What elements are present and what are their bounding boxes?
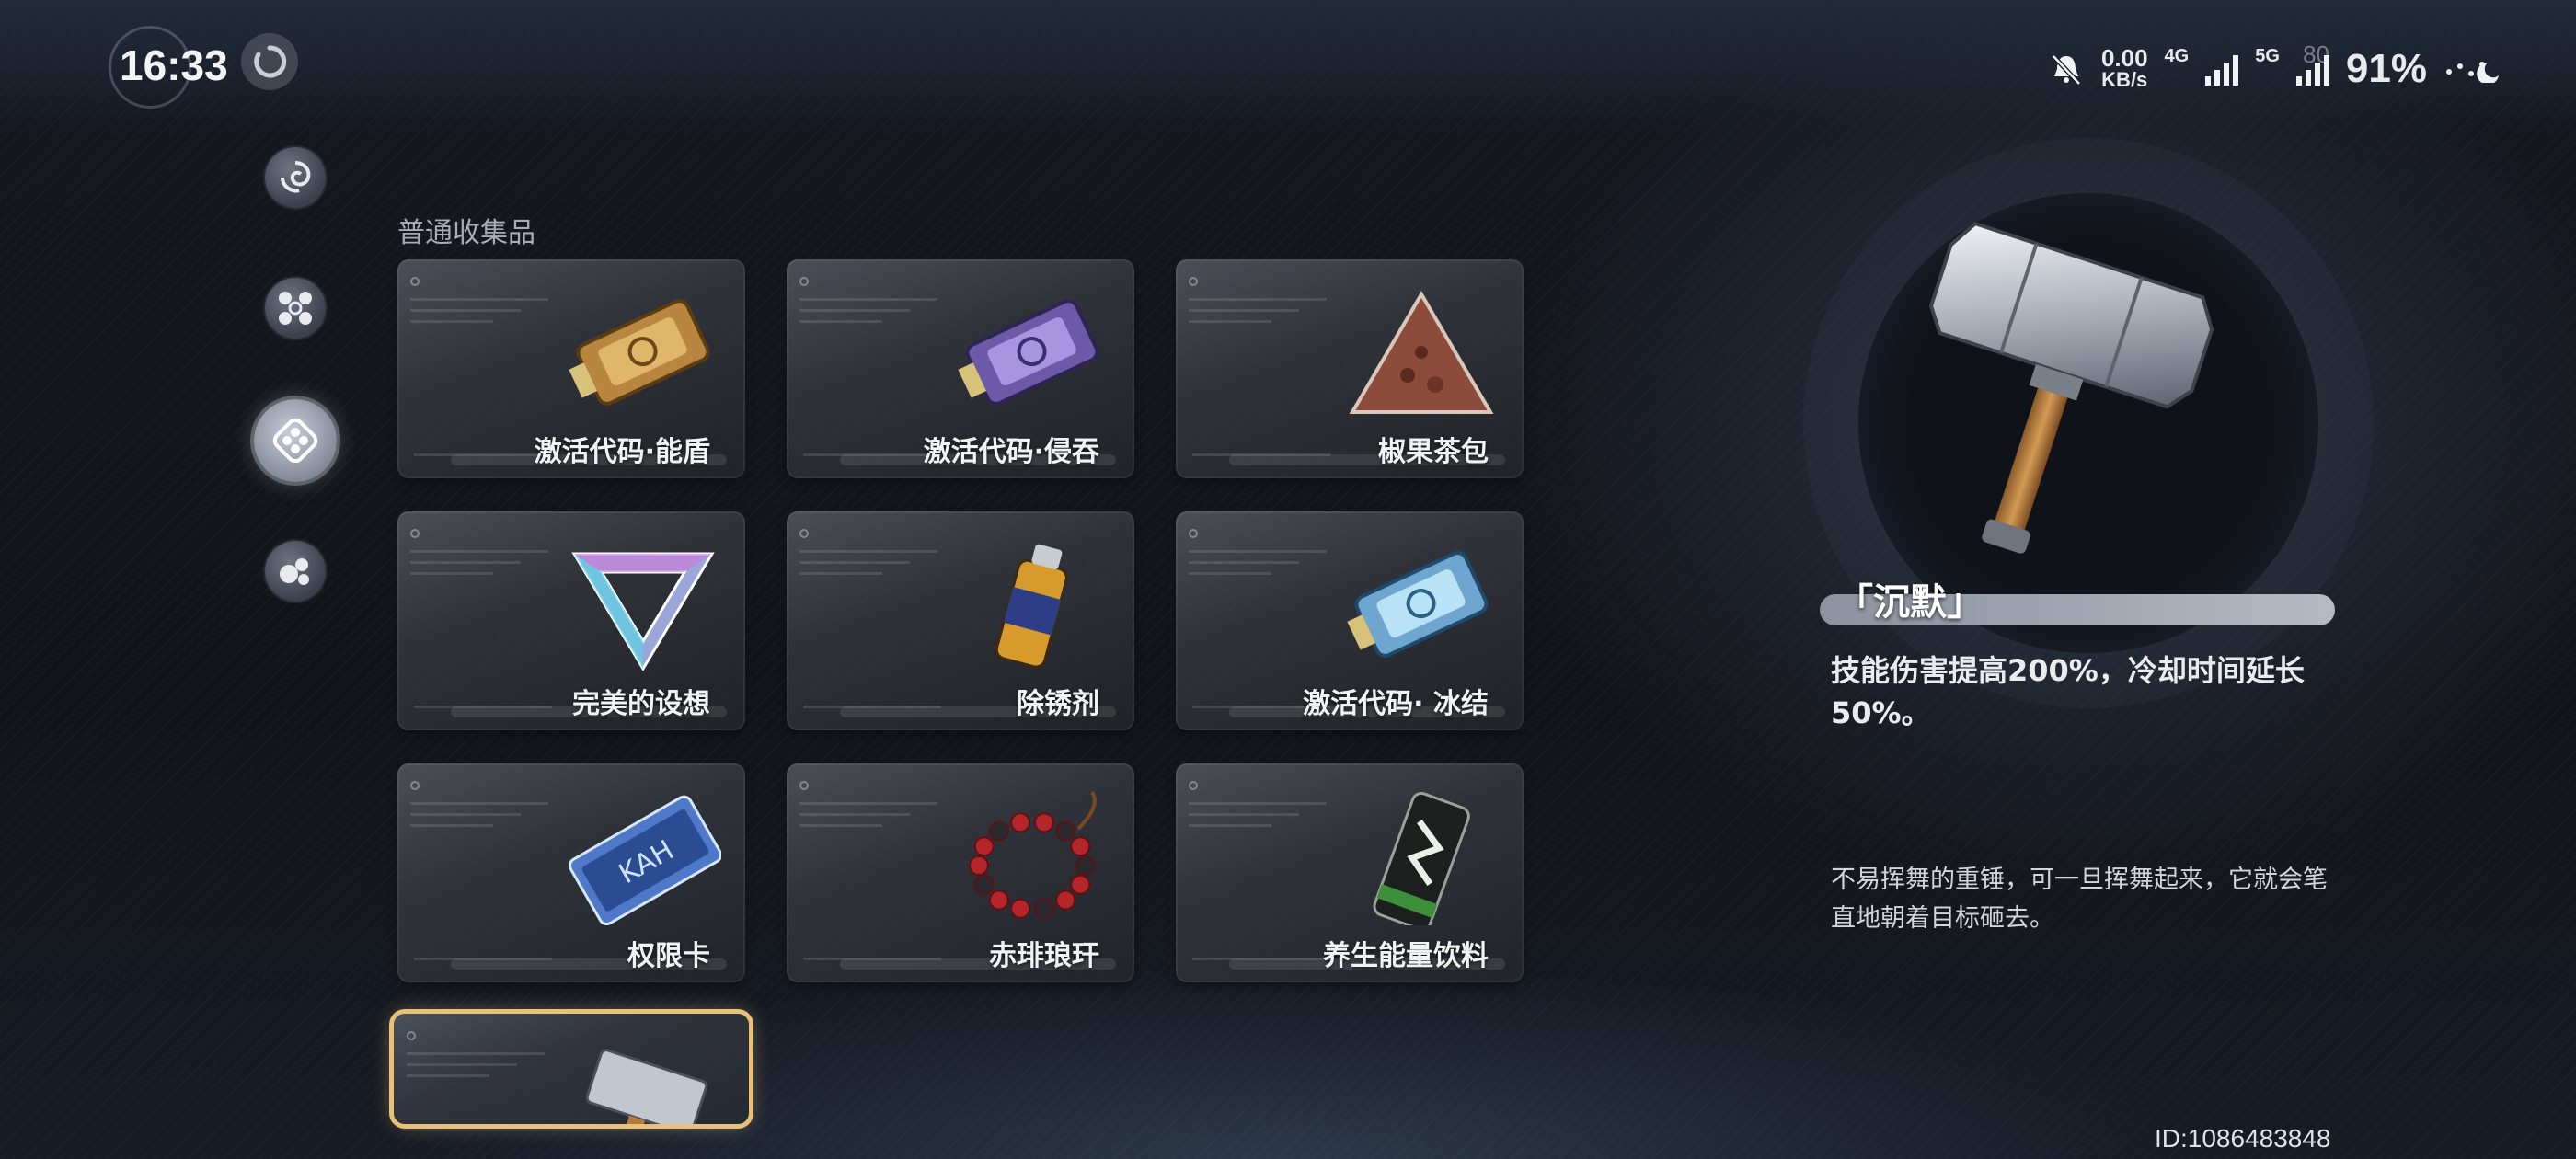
collectible-card[interactable]: 激活代码·侵吞 — [787, 259, 1134, 478]
collectible-card[interactable]: 赤琲琅玕 — [787, 763, 1134, 982]
collectible-card[interactable]: 激活代码·能盾 — [397, 259, 745, 478]
card-decoration — [410, 272, 548, 323]
card-decoration — [1189, 776, 1327, 827]
collection-icon — [272, 418, 318, 464]
card-label: 激活代码·能盾 — [534, 436, 710, 468]
bead-bracelet-icon — [969, 790, 1097, 919]
card-decoration — [799, 272, 937, 323]
nav-swirl-button[interactable] — [265, 147, 326, 208]
card-label: 赤琲琅玕 — [989, 940, 1099, 972]
card-label: 除锈剂 — [1017, 688, 1099, 720]
card-label: 激活代码·侵吞 — [923, 436, 1099, 468]
spray-can-icon — [995, 544, 1068, 669]
collectible-card[interactable]: 完美的设想 — [397, 511, 745, 730]
card-decoration — [799, 776, 937, 827]
network-5g-label: 5G — [2255, 45, 2280, 66]
card-label: 权限卡 — [627, 940, 710, 972]
nav-bubbles-button[interactable] — [265, 541, 326, 602]
card-decoration — [407, 1027, 545, 1077]
nav-nodes-button[interactable] — [265, 278, 326, 339]
purple-activation-chip-icon — [958, 299, 1099, 406]
collectible-card[interactable]: 除锈剂 — [787, 511, 1134, 730]
battery-level: 91% — [2345, 46, 2427, 91]
energy-drink-can-icon — [1373, 791, 1470, 925]
penrose-triangle-icon — [571, 552, 715, 671]
section-title: 普通收集品 — [397, 217, 535, 249]
gold-activation-chip-icon — [569, 299, 710, 406]
dots-icon — [2446, 62, 2499, 83]
collectible-card[interactable]: 激活代码· 冰结 — [1176, 511, 1524, 730]
nodes-icon — [279, 292, 312, 325]
card-decoration — [410, 524, 548, 575]
card-label: 激活代码· 冰结 — [1303, 688, 1489, 720]
loading-spinner-icon — [241, 33, 298, 90]
card-decoration — [410, 776, 548, 827]
blue-activation-chip-icon — [1347, 551, 1489, 658]
network-4g-label: 4G — [2164, 45, 2190, 66]
card-label: 椒果茶包 — [1378, 436, 1489, 468]
card-decoration — [1189, 524, 1327, 575]
item-name: 「沉默」 — [1836, 581, 1984, 624]
net-speed: 0.00 KB/s — [2100, 44, 2148, 91]
tea-bag-icon — [1349, 291, 1494, 414]
hammer-icon — [585, 1049, 708, 1124]
signal-5g-icon — [2295, 52, 2329, 86]
user-id: ID:1086483848 — [2155, 1124, 2331, 1153]
item-effect: 技能伤害提高200%，冷却时间延长50%。 — [1831, 653, 2305, 730]
item-description: 不易挥舞的重锤，可一旦挥舞起来，它就会笔直地朝着目标砸去。 — [1831, 866, 2328, 933]
card-decoration — [799, 524, 937, 575]
bubbles-icon — [280, 558, 309, 585]
signal-4g-icon — [2205, 52, 2239, 86]
status-time: 16:33 — [120, 41, 228, 89]
card-label: 养生能量饮料 — [1323, 940, 1489, 972]
collectible-card[interactable] — [394, 1014, 749, 1124]
access-card-icon: KAH — [568, 795, 721, 925]
collectible-card[interactable]: 养生能量饮料 — [1176, 763, 1524, 982]
hammer-icon — [1928, 221, 2214, 554]
swirl-icon — [281, 161, 311, 193]
mute-bell-icon — [2052, 54, 2081, 86]
status-icons: 0.00 KB/s 4G 5G 91% — [2048, 37, 2502, 101]
card-decoration — [1189, 272, 1327, 323]
nav-collection-button[interactable] — [254, 399, 337, 482]
collectible-card[interactable]: KAH 权限卡 — [397, 763, 745, 982]
collectible-card[interactable]: 椒果茶包 — [1176, 259, 1524, 478]
card-label: 完美的设想 — [572, 688, 710, 720]
